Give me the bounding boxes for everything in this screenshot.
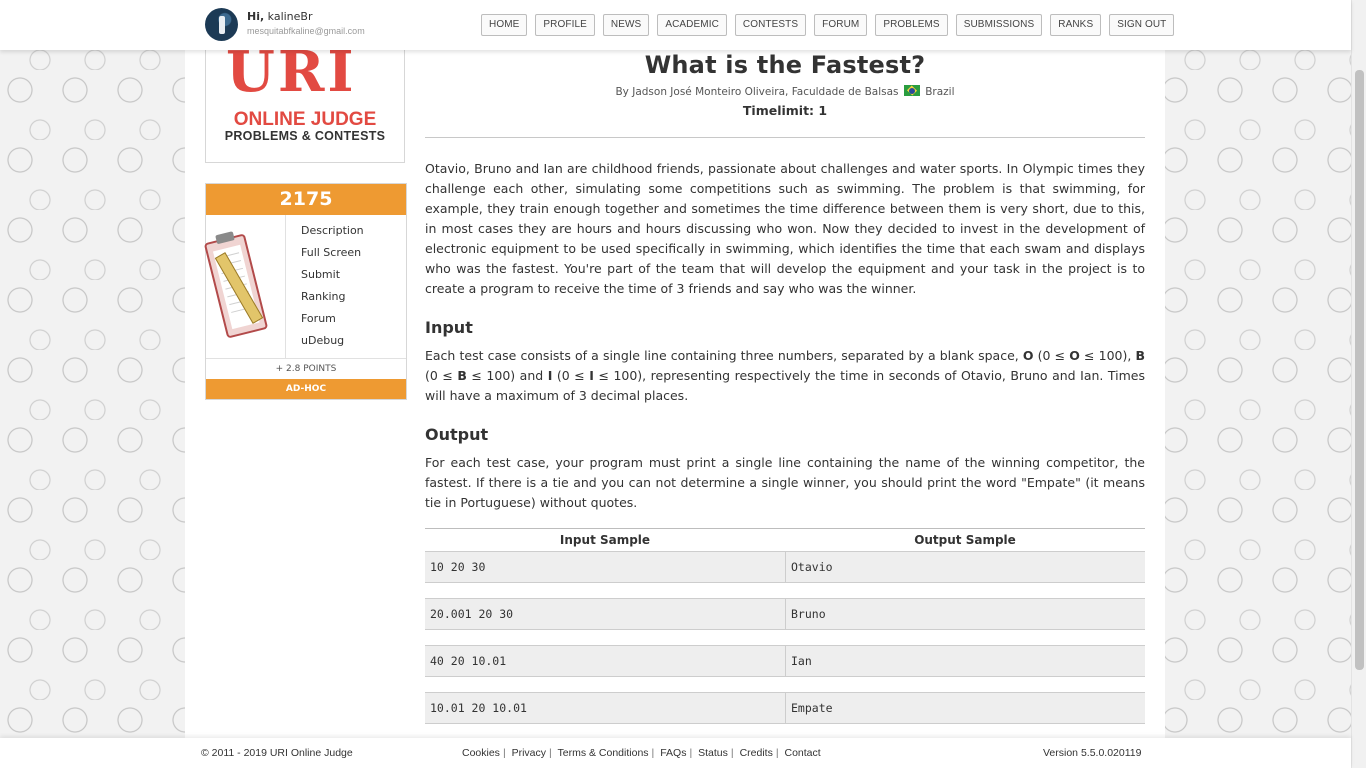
greeting: Hi, kalineBr — [247, 10, 313, 23]
footer-link-contact[interactable]: Contact — [784, 747, 820, 759]
logo-subtitle: PROBLEMS & CONTESTS — [224, 129, 386, 143]
sample-input: 10 20 30 — [430, 560, 486, 574]
brazil-flag-icon — [903, 85, 920, 96]
sample-output: Otavio — [785, 552, 1145, 582]
nav-news-button[interactable]: NEWS — [602, 14, 650, 36]
output-description: For each test case, your program must pr… — [425, 455, 1145, 510]
user-email: mesquitabfkaline@gmail.com — [247, 26, 365, 36]
site-logo[interactable]: URI ONLINE JUDGE PROBLEMS & CONTESTS — [205, 36, 405, 163]
nav-academic-button[interactable]: ACADEMIC — [657, 14, 727, 36]
nav-submissions-button[interactable]: SUBMISSIONS — [955, 14, 1043, 36]
page-scrollbar[interactable] — [1351, 0, 1366, 768]
table-row: 20.001 20 30 Bruno — [425, 598, 1145, 630]
input-description: Each test case consists of a single line… — [425, 348, 1146, 403]
sample-input: 40 20 10.01 — [430, 654, 507, 668]
input-heading: Input — [425, 318, 473, 337]
menu-forum-link[interactable]: Forum — [301, 312, 364, 334]
sample-output: Empate — [785, 693, 1145, 723]
input-sample-header: Input Sample — [559, 533, 651, 547]
divider — [425, 137, 1145, 138]
nav-sign-out-button[interactable]: SIGN OUT — [1109, 14, 1175, 36]
sample-input: 10.01 20 10.01 — [430, 701, 527, 715]
nav-home-button[interactable]: HOME — [481, 14, 528, 36]
problem-title: What is the Fastest? — [644, 51, 926, 79]
version-label: Version 5.5.0.020119 — [1043, 747, 1142, 759]
category-badge[interactable]: AD-HOC — [206, 379, 406, 399]
menu-submit-link[interactable]: Submit — [301, 268, 364, 290]
sample-output: Bruno — [785, 599, 1145, 629]
footer-link-faqs[interactable]: FAQs — [660, 747, 686, 759]
footer-link-privacy[interactable]: Privacy — [512, 747, 546, 759]
samples-header: Input Sample Output Sample — [425, 529, 1145, 551]
nav-problems-button[interactable]: PROBLEMS — [875, 14, 948, 36]
nav-ranks-button[interactable]: RANKS — [1050, 14, 1102, 36]
avatar[interactable] — [205, 8, 238, 41]
greeting-prefix: Hi, — [247, 10, 265, 23]
copyright: © 2011 - 2019 URI Online Judge — [201, 747, 353, 759]
sample-input: 20.001 20 30 — [430, 607, 514, 621]
problem-author: By Jadson José Monteiro Oliveira, Faculd… — [425, 85, 1145, 98]
menu-full-screen-link[interactable]: Full Screen — [301, 246, 364, 268]
nav-contests-button[interactable]: CONTESTS — [734, 14, 807, 36]
menu-description-link[interactable]: Description — [301, 224, 364, 246]
footer-link-credits[interactable]: Credits — [740, 747, 773, 759]
menu-ranking-link[interactable]: Ranking — [301, 290, 364, 312]
nav-profile-button[interactable]: PROFILE — [535, 14, 595, 36]
author-country: Brazil — [925, 86, 955, 98]
timelimit: Timelimit: 1 — [742, 103, 828, 118]
table-row: 10.01 20 10.01 Empate — [425, 692, 1145, 724]
problem-description: Otavio, Bruno and Ian are childhood frie… — [425, 161, 1145, 296]
sample-output: Ian — [785, 646, 1145, 676]
footer: © 2011 - 2019 URI Online Judge Cookies | … — [0, 738, 1351, 768]
main-nav: HOME PROFILE NEWS ACADEMIC CONTESTS FORU… — [481, 14, 1175, 36]
author-text: By Jadson José Monteiro Oliveira, Faculd… — [615, 86, 899, 98]
footer-links: Cookies | Privacy | Terms & Conditions | FA… — [462, 747, 821, 759]
points-badge: + 2.8 POINTS — [206, 358, 406, 379]
table-row: 40 20 10.01 Ian — [425, 645, 1145, 677]
footer-link-terms[interactable]: Terms & Conditions — [558, 747, 649, 759]
card-body: Description Full Screen Submit Ranking F… — [203, 215, 406, 358]
footer-link-status[interactable]: Status — [698, 747, 728, 759]
output-heading: Output — [425, 425, 489, 444]
footer-link-cookies[interactable]: Cookies — [462, 747, 500, 759]
output-sample-header: Output Sample — [914, 533, 1016, 547]
problem-card: 2175 Description Full Screen Submit Rank… — [203, 183, 407, 400]
username[interactable]: kalineBr — [268, 10, 313, 23]
table-row: 10 20 30 Otavio — [425, 551, 1145, 583]
clipboard-icon — [203, 215, 286, 358]
problem-id: 2175 — [206, 184, 406, 215]
samples-table: Input Sample Output Sample 10 20 30 Otav… — [425, 528, 1145, 724]
scrollbar-thumb[interactable] — [1355, 70, 1364, 670]
problem-content: What is the Fastest? By Jadson José Mont… — [425, 50, 1145, 739]
problem-menu: Description Full Screen Submit Ranking F… — [301, 224, 364, 356]
logo-title: ONLINE JUDGE — [233, 109, 377, 130]
menu-udebug-link[interactable]: uDebug — [301, 334, 364, 356]
top-header: Hi, kalineBr mesquitabfkaline@gmail.com … — [0, 0, 1351, 50]
nav-forum-button[interactable]: FORUM — [814, 14, 868, 36]
